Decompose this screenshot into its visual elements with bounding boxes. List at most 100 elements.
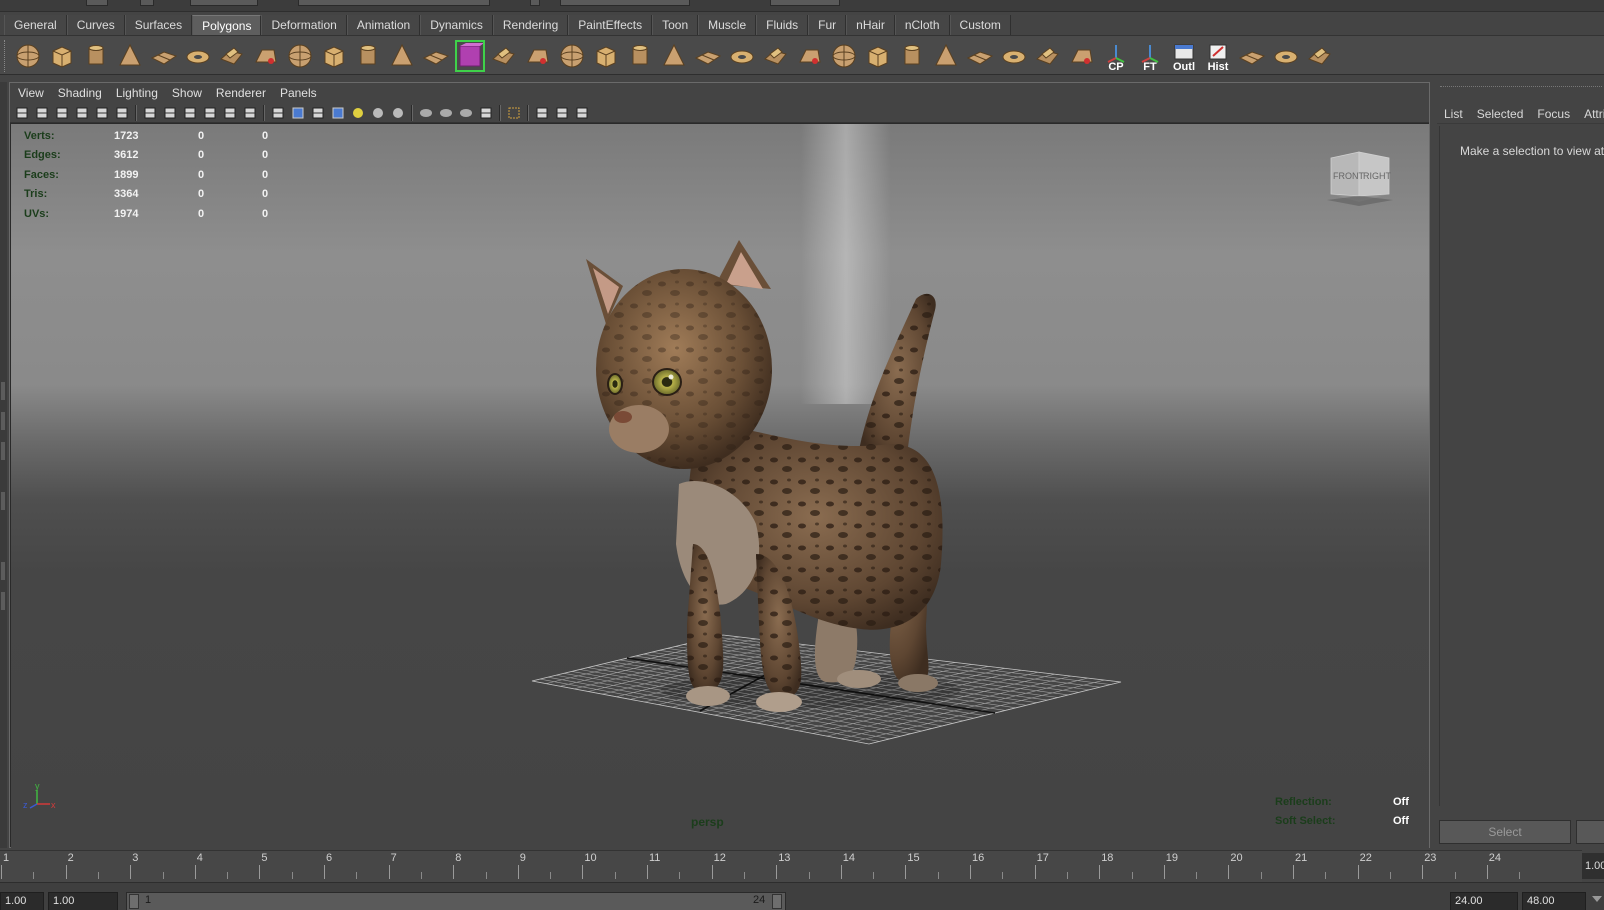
smooth-icon[interactable] <box>420 39 452 73</box>
insert-edge-loop-icon[interactable] <box>624 39 656 73</box>
panel-grip[interactable] <box>1440 86 1602 90</box>
attribute-tab-list[interactable]: List <box>1444 107 1463 121</box>
safe-title-icon[interactable] <box>241 105 259 121</box>
view-cube-right-label[interactable]: RIGHT <box>1363 171 1392 181</box>
image-plane-icon[interactable] <box>73 105 91 121</box>
shelf-tab-dynamics[interactable]: Dynamics <box>420 15 493 35</box>
toolbox-button[interactable] <box>1 562 5 580</box>
fill-hole-icon[interactable] <box>760 39 792 73</box>
status-line-button[interactable] <box>86 0 108 6</box>
status-line-button[interactable] <box>770 0 840 6</box>
status-line-button[interactable] <box>560 0 690 6</box>
shelf-tab-animation[interactable]: Animation <box>346 15 421 35</box>
attribute-tab-selected[interactable]: Selected <box>1477 107 1524 121</box>
outliner-icon[interactable]: Outl <box>1168 39 1200 73</box>
playback-end-field[interactable]: 24.00 <box>1450 892 1518 910</box>
bridge-icon[interactable] <box>522 39 554 73</box>
chamfer-icon[interactable] <box>862 39 894 73</box>
shelf-tab-fluids[interactable]: Fluids <box>756 15 809 35</box>
poly-cylinder-icon[interactable] <box>80 39 112 73</box>
poly-cube-icon[interactable] <box>46 39 78 73</box>
animation-end-field[interactable]: 48.00 <box>1522 892 1586 910</box>
cylindrical-mapping-icon[interactable] <box>964 39 996 73</box>
grid-toggle-icon[interactable] <box>141 105 159 121</box>
shelf-tab-polygons[interactable]: Polygons <box>192 15 262 35</box>
shelf-tab-toon[interactable]: Toon <box>652 15 699 35</box>
harden-edge-icon[interactable] <box>1270 39 1302 73</box>
camera-attributes-icon[interactable] <box>33 105 51 121</box>
append-polygon-icon[interactable] <box>556 39 588 73</box>
poly-pyramid-icon[interactable] <box>216 39 248 73</box>
2d-pan-zoom-icon[interactable] <box>93 105 111 121</box>
isolate-select-icon[interactable] <box>505 105 523 121</box>
shelf-tab-general[interactable]: General <box>4 15 67 35</box>
range-slider-track[interactable]: 1 24 <box>126 892 786 910</box>
boolean-icon[interactable] <box>454 39 486 73</box>
create-polygon-icon[interactable] <box>692 39 724 73</box>
extract-icon[interactable] <box>386 39 418 73</box>
poly-soccer-ball-icon[interactable] <box>284 39 316 73</box>
bookmark-icon[interactable] <box>53 105 71 121</box>
select-camera-icon[interactable] <box>13 105 31 121</box>
viewport-menu-show[interactable]: Show <box>172 86 210 100</box>
field-chart-icon[interactable] <box>221 105 239 121</box>
xray-joints-icon[interactable] <box>437 105 455 121</box>
shadows-icon[interactable] <box>369 105 387 121</box>
backface-cull-icon[interactable] <box>477 105 495 121</box>
combine-icon[interactable] <box>318 39 350 73</box>
shelf-tab-muscle[interactable]: Muscle <box>698 15 757 35</box>
shelf-tab-custom[interactable]: Custom <box>949 15 1011 35</box>
toolbox-button[interactable] <box>1 442 5 460</box>
status-line-button[interactable] <box>298 0 490 6</box>
xray-icon[interactable] <box>417 105 435 121</box>
view-cube[interactable]: FRONT RIGHT <box>1325 150 1395 208</box>
merge-vertices-icon[interactable] <box>726 39 758 73</box>
offset-edge-loop-icon[interactable] <box>658 39 690 73</box>
history-icon[interactable]: Hist <box>1202 39 1234 73</box>
load-attributes-button[interactable] <box>1576 820 1604 844</box>
viewport-menu-panels[interactable]: Panels <box>280 86 325 100</box>
shelf-tab-rendering[interactable]: Rendering <box>492 15 569 35</box>
ortho-camera-icon[interactable] <box>533 105 551 121</box>
range-start-handle[interactable] <box>129 894 139 909</box>
wireframe-icon[interactable] <box>269 105 287 121</box>
toolbox-button[interactable] <box>1 492 5 510</box>
toolbox-button[interactable] <box>1 592 5 610</box>
playback-start-field[interactable]: 1.00 <box>48 892 118 910</box>
animation-start-field[interactable]: 1.00 <box>0 892 44 910</box>
view-cube-front-label[interactable]: FRONT <box>1333 171 1364 181</box>
grease-pencil-icon[interactable] <box>113 105 131 121</box>
planar-mapping-icon[interactable] <box>930 39 962 73</box>
toolbox-button[interactable] <box>1 412 5 430</box>
shelf-tab-painteffects[interactable]: PaintEffects <box>568 15 653 35</box>
ambient-occlusion-icon[interactable] <box>389 105 407 121</box>
use-all-lights-icon[interactable] <box>349 105 367 121</box>
freeze-transform-icon[interactable]: FT <box>1134 39 1166 73</box>
poly-sphere-icon[interactable] <box>12 39 44 73</box>
wireframe-on-shaded-icon[interactable] <box>309 105 327 121</box>
resolution-gate-icon[interactable] <box>181 105 199 121</box>
split-polygon-icon[interactable] <box>590 39 622 73</box>
shelf-tab-nhair[interactable]: nHair <box>846 15 895 35</box>
poly-torus-icon[interactable] <box>182 39 214 73</box>
shelf-tab-deformation[interactable]: Deformation <box>261 15 347 35</box>
poly-cone-icon[interactable] <box>114 39 146 73</box>
range-end-handle[interactable] <box>772 894 782 909</box>
status-line-button[interactable] <box>140 0 154 6</box>
shelf-tab-fur[interactable]: Fur <box>808 15 847 35</box>
poly-plane-icon[interactable] <box>148 39 180 73</box>
time-slider[interactable]: 1 2 3 4 5 6 7 8 9 10 11 12 13 14 15 16 17 18 19 20 21 22 23 24 <box>0 850 1582 882</box>
attribute-tab-focus[interactable]: Focus <box>1537 107 1570 121</box>
poke-faces-icon[interactable] <box>828 39 860 73</box>
automatic-mapping-icon[interactable] <box>1032 39 1064 73</box>
separate-icon[interactable] <box>352 39 384 73</box>
shelf-grip[interactable] <box>4 40 7 72</box>
spherical-mapping-icon[interactable] <box>998 39 1030 73</box>
stereo-camera-icon[interactable] <box>573 105 591 121</box>
attribute-tab-attributes[interactable]: Attributes <box>1584 107 1604 121</box>
wedge-faces-icon[interactable] <box>794 39 826 73</box>
shelf-tab-ncloth[interactable]: nCloth <box>894 15 950 35</box>
select-button[interactable]: Select <box>1439 820 1571 844</box>
persp-camera-icon[interactable] <box>553 105 571 121</box>
shelf-tab-surfaces[interactable]: Surfaces <box>124 15 193 35</box>
